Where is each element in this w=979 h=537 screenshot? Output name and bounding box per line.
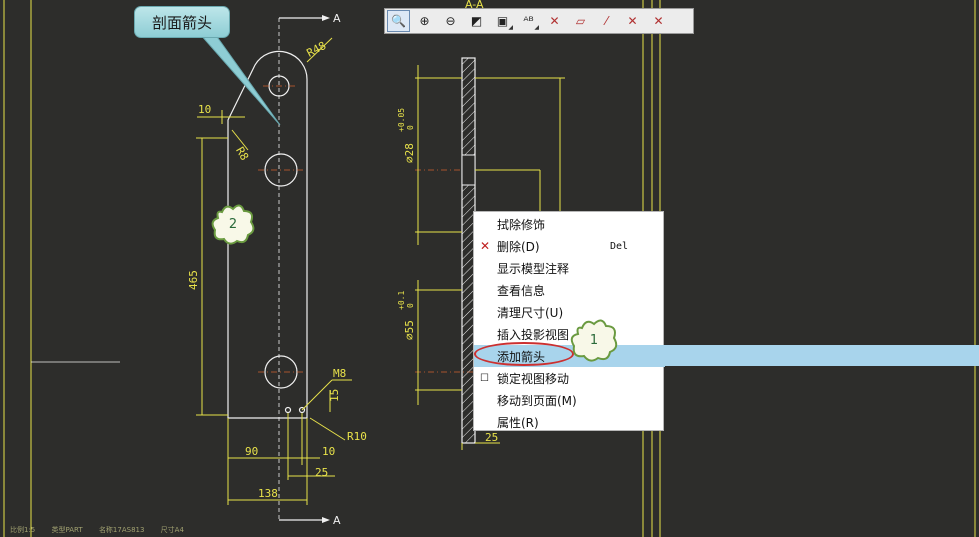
menu-item-label: 拭除修饰: [497, 217, 546, 232]
status-size: 尺寸A4: [160, 526, 184, 534]
display-style-dropdown-icon[interactable]: ◢: [508, 24, 513, 31]
status-name: 名称17AS813: [98, 526, 145, 534]
status-bar: 比例1:5 类型PART 名称17AS813 尺寸A4: [10, 525, 198, 535]
dim-90[interactable]: 90: [245, 445, 258, 458]
callout-label: 剖面箭头: [151, 13, 212, 32]
dim-138[interactable]: 138: [258, 487, 278, 500]
dim-r48[interactable]: R48: [305, 39, 329, 60]
status-type: 类型PART: [51, 526, 83, 534]
annotation-dropdown-icon[interactable]: ◢: [534, 24, 539, 31]
menu-item-label: 插入投影视图: [497, 327, 570, 342]
zoom-in-icon[interactable]: ⊕: [413, 10, 436, 32]
menu-item-label: 锁定视图移动: [497, 371, 570, 386]
csys-display-icon[interactable]: ✕: [621, 10, 644, 32]
dim-dia28-tol-up: +0.05: [397, 108, 406, 132]
menu-item-label: 清理尺寸(U): [497, 305, 564, 320]
csys-display-glyph: ✕: [627, 14, 638, 28]
display-style-icon[interactable]: ▣ ◢: [491, 10, 514, 32]
dim-r8[interactable]: R8: [233, 145, 251, 163]
zoom-out-glyph: ⊖: [445, 14, 456, 28]
section-arrow-bottom-label: A: [333, 514, 341, 527]
menu-item-properties[interactable]: 属性(R): [474, 411, 663, 433]
dim-dia55-tol-low: 0: [406, 303, 415, 308]
menu-item-move-to-sheet[interactable]: 移动到页面(M): [474, 389, 663, 411]
zoom-in-glyph: ⊕: [419, 14, 430, 28]
dim-15[interactable]: 15: [328, 389, 341, 402]
dim-25[interactable]: 25: [315, 466, 328, 479]
datum-plane-glyph: ✕: [549, 14, 560, 28]
step-badge-1: 1: [568, 316, 620, 364]
dim-10b[interactable]: 10: [322, 445, 335, 458]
status-scale: 比例1:5: [10, 526, 36, 534]
menu-item-lock-view-movement[interactable]: ☐ 锁定视图移动: [474, 367, 663, 389]
menu-item-label: 查看信息: [497, 283, 546, 298]
section-arrow-top-label: A: [333, 12, 341, 25]
step-badge-1-label: 1: [589, 332, 599, 348]
menu-item-label: 属性(R): [497, 415, 539, 430]
dim-dia55-tol-up: +0.1: [397, 291, 406, 310]
checkbox-icon[interactable]: ☐: [480, 373, 489, 384]
annotation-display-icon[interactable]: ᴬᴮ ◢: [517, 10, 540, 32]
dim-r10[interactable]: R10: [347, 430, 367, 443]
dim-dia28-tol-low: 0: [406, 125, 415, 130]
datum-axis-icon[interactable]: ▱: [569, 10, 592, 32]
menu-item-shortcut: Del: [610, 240, 629, 252]
menu-item-delete[interactable]: ✕ 删除(D) Del: [474, 235, 663, 257]
highlight-oval: [474, 342, 574, 366]
menu-item-label: 显示模型注释: [497, 261, 570, 276]
menu-highlight-extension: [664, 345, 979, 366]
section-arrow-callout: 剖面箭头: [134, 6, 230, 38]
dim-10[interactable]: 10: [198, 103, 211, 116]
step-badge-2: 2: [209, 201, 257, 247]
step-badge-2-label: 2: [228, 216, 238, 232]
datum-plane-icon[interactable]: ✕: [543, 10, 566, 32]
zoom-out-icon[interactable]: ⊖: [439, 10, 462, 32]
zoom-fit-icon[interactable]: 🔍: [387, 10, 410, 32]
datum-axis-glyph: ▱: [575, 14, 586, 28]
spin-center-icon[interactable]: ✕: [647, 10, 670, 32]
menu-item-show-model-annotations[interactable]: 显示模型注释: [474, 257, 663, 279]
menu-item-label: 删除(D): [497, 239, 540, 254]
view-toolbar: 🔍 ⊕ ⊖ ◩ ▣ ◢ ᴬᴮ ◢ ✕ ▱ ⁄ ✕ ✕: [384, 8, 694, 34]
menu-item-view-info[interactable]: 查看信息: [474, 279, 663, 301]
repaint-icon[interactable]: ◩: [465, 10, 488, 32]
point-display-glyph: ⁄: [605, 14, 608, 28]
display-style-glyph: ▣: [496, 14, 509, 28]
callout-pointer: [198, 33, 281, 126]
annotation-display-glyph: ᴬᴮ: [523, 14, 534, 28]
point-display-icon[interactable]: ⁄: [595, 10, 618, 32]
delete-icon: ✕: [480, 239, 491, 253]
menu-item-erase-cosmetic[interactable]: 拭除修饰: [474, 213, 663, 235]
dim-465[interactable]: 465: [187, 270, 200, 290]
dim-m8[interactable]: M8: [333, 367, 346, 380]
dim-dia28[interactable]: ⌀28: [403, 143, 416, 163]
dim-dia55[interactable]: ⌀55: [403, 320, 416, 340]
spin-center-glyph: ✕: [653, 14, 664, 28]
menu-item-label: 移动到页面(M): [497, 393, 577, 408]
repaint-glyph: ◩: [470, 14, 483, 28]
zoom-fit-glyph: 🔍: [391, 14, 406, 28]
